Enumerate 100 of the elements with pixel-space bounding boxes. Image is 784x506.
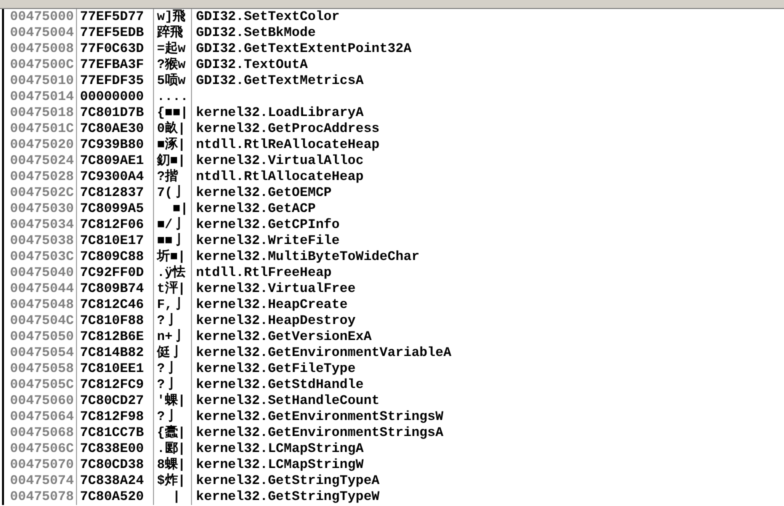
address-cell: 00475078 (10, 489, 74, 504)
hex-cell: 7C8099A5 (80, 201, 144, 216)
comment-cell: kernel32.GetVersionExA (196, 329, 372, 344)
hex-cell: 7C81CC7B (80, 425, 144, 440)
comment-cell: kernel32.GetStdHandle (196, 377, 364, 392)
address-cell: 00475070 (10, 457, 74, 472)
comment-cell: kernel32.GetFileType (196, 361, 356, 376)
comment-cell: kernel32.MultiByteToWideChar (196, 249, 420, 264)
address-cell: 0047500C (10, 57, 74, 72)
hex-cell: 77EF5D77 (80, 9, 144, 24)
address-cell: 00475020 (10, 137, 74, 152)
comment-cell: kernel32.SetHandleCount (196, 393, 380, 408)
comment-cell: ntdll.RtlFreeHeap (196, 265, 332, 280)
hex-cell: 77EF5EDB (80, 25, 144, 40)
ascii-cell: ?亅 (157, 313, 178, 328)
hex-cell: 7C812B6E (80, 329, 144, 344)
comment-cell: kernel32.GetStringTypeA (196, 473, 380, 488)
address-cell: 00475004 (10, 25, 74, 40)
ascii-cell: t泙| (157, 281, 186, 296)
hex-cell: 7C9300A4 (80, 169, 144, 184)
address-cell: 00475010 (10, 73, 74, 88)
ascii-cell: =起w (157, 41, 186, 56)
hex-cell: 7C809C88 (80, 249, 144, 264)
comment-cell: kernel32.VirtualFree (196, 281, 356, 296)
ascii-cell: w]飛 (157, 9, 186, 24)
ascii-cell: {■■| (157, 105, 188, 120)
address-cell: 0047505C (10, 377, 74, 392)
ascii-cell: 踤飛 (157, 25, 183, 40)
ascii-cell: ■涿| (157, 137, 186, 152)
address-cell: 00475028 (10, 169, 74, 184)
comment-cell: kernel32.GetProcAddress (196, 121, 380, 136)
hex-cell: 7C812837 (80, 185, 144, 200)
ascii-cell: .ÿ怯 (157, 265, 186, 280)
hex-cell: 7C80CD27 (80, 393, 144, 408)
comment-cell: GDI32.SetBkMode (196, 25, 316, 40)
address-cell: 00475044 (10, 281, 74, 296)
ascii-cell: 7(亅 (157, 185, 186, 200)
ascii-cell: {蠹| (157, 425, 186, 440)
address-cell: 00475050 (10, 329, 74, 344)
comment-cell: ntdll.RtlAllocateHeap (196, 169, 364, 184)
ascii-cell: 5唝w (157, 73, 186, 88)
comment-cell: kernel32.GetEnvironmentStringsW (196, 409, 444, 424)
comment-cell: kernel32.WriteFile (196, 233, 340, 248)
hex-cell: 7C812FC9 (80, 377, 144, 392)
hex-cell: 7C810EE1 (80, 361, 144, 376)
comment-cell: GDI32.TextOutA (196, 57, 308, 72)
hex-cell: 00000000 (80, 89, 144, 104)
hex-cell: 7C809AE1 (80, 153, 144, 168)
address-cell: 0047503C (10, 249, 74, 264)
ascii-cell: ?亅 (157, 409, 178, 424)
address-cell: 00475074 (10, 473, 74, 488)
hex-cell: 7C810F88 (80, 313, 144, 328)
comment-cell: kernel32.GetCPInfo (196, 217, 340, 232)
ascii-cell: 圻■| (157, 249, 186, 264)
hex-cell: 7C80CD38 (80, 457, 144, 472)
address-cell: 00475000 (10, 9, 74, 24)
ascii-cell: .郾| (157, 441, 186, 456)
comment-cell: kernel32.GetOEMCP (196, 185, 332, 200)
comment-cell: kernel32.HeapDestroy (196, 313, 356, 328)
hex-cell: 7C92FF0D (80, 265, 144, 280)
hex-cell: 77EFBA3F (80, 57, 144, 72)
hex-cell: 7C812C46 (80, 297, 144, 312)
address-cell: 00475008 (10, 41, 74, 56)
hex-cell: 7C80A520 (80, 489, 144, 504)
address-cell: 00475038 (10, 233, 74, 248)
hex-cell: 7C814B82 (80, 345, 144, 360)
ascii-cell: ?亅 (157, 377, 178, 392)
address-cell: 0047506C (10, 441, 74, 456)
comment-cell: GDI32.GetTextExtentPoint32A (196, 41, 412, 56)
hex-cell: 77EFDF35 (80, 73, 144, 88)
comment-cell: kernel32.LCMapStringA (196, 441, 364, 456)
ascii-cell-text: | (172, 489, 180, 504)
address-cell: 00475048 (10, 297, 74, 312)
ascii-cell: ?猴w (157, 57, 186, 72)
hex-cell: 7C80AE30 (80, 121, 144, 136)
comment-cell: GDI32.SetTextColor (196, 9, 340, 24)
ascii-cell: ■■亅 (157, 233, 186, 248)
ascii-cell: 釖■| (157, 153, 186, 168)
ascii-cell: 0畝| (157, 121, 186, 136)
ascii-cell: $炸| (157, 473, 186, 488)
address-cell: 00475018 (10, 105, 74, 120)
hex-cell: 7C809B74 (80, 281, 144, 296)
hex-cell: 7C812F06 (80, 217, 144, 232)
comment-cell: kernel32.GetStringTypeW (196, 489, 380, 504)
hex-cell: 7C838A24 (80, 473, 144, 488)
address-cell: 00475024 (10, 153, 74, 168)
address-cell: 00475060 (10, 393, 74, 408)
ascii-cell: ?亅 (157, 361, 178, 376)
comment-cell: kernel32.GetEnvironmentVariableA (196, 345, 452, 360)
address-cell: 00475014 (10, 89, 74, 104)
hex-cell: 77F0C63D (80, 41, 144, 56)
comment-cell: kernel32.GetACP (196, 201, 316, 216)
ascii-cell: ■/亅 (157, 217, 186, 232)
hex-cell: 7C838E00 (80, 441, 144, 456)
ascii-cell: .... (157, 89, 188, 104)
comment-cell: kernel32.LCMapStringW (196, 457, 364, 472)
comment-cell: kernel32.VirtualAlloc (196, 153, 364, 168)
comment-cell: ntdll.RtlReAllocateHeap (196, 137, 380, 152)
hex-cell: 7C812F98 (80, 409, 144, 424)
comment-cell: kernel32.GetEnvironmentStringsA (196, 425, 444, 440)
